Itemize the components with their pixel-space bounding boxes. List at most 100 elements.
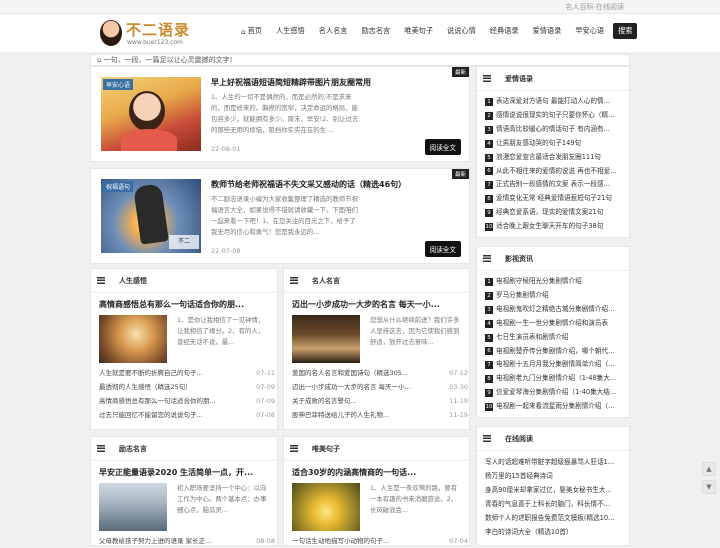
scroll-top-button[interactable]: ▲ [702, 462, 716, 476]
article-title[interactable]: 早上好祝福语短语简短精辟带图片朋友圈常用 [211, 77, 371, 88]
category-panel: 唯美句子 适合30岁的内涵高情商的一句话... 1、人生是一条欢莺的路，要有一本… [283, 436, 470, 546]
list-item[interactable]: 股神巴菲特送给儿子的人生礼物... 11-19 [292, 408, 468, 422]
panel-header: 唯美句子 [284, 437, 469, 461]
scroll-bottom-button[interactable]: ▼ [702, 480, 716, 494]
article-card: 不二 祝福语句 最新 教师节给老师祝福语不失文采又感动的话（精选46句） 不二励… [90, 168, 470, 264]
nav-mingren[interactable]: 名人名言 [314, 23, 353, 39]
menu-icon [483, 75, 491, 82]
list-item[interactable]: 7 正式告别一段感情的文案 表示一段感... [485, 178, 621, 192]
featured-title[interactable]: 迈出一小步成功一大步的名言 每天一小... [292, 299, 462, 310]
list-item[interactable]: 4 电视剧一生一世分集剧情介绍和演员表 [485, 317, 621, 331]
list-item[interactable]: 3 情语高比较暖心的情话句子 有内涵有... [485, 123, 621, 137]
list-item[interactable]: 关于成败的名言警句... 11-19 [292, 394, 468, 408]
top-links[interactable]: 名人百科-在线阅读 [565, 2, 624, 12]
list-item[interactable]: 青春的气息喜于上科长的脑门，科长情不... [485, 497, 621, 511]
list-item[interactable]: 过去只能回忆不能留恋的说说句子... 07-08 [99, 408, 275, 422]
featured-excerpt: 您想从什么继续前进？我们许多人坚持这去，因为它使我们感到舒适，放开过去意味... [370, 316, 460, 346]
list-item[interactable]: 人生就是要不断的折腾自己的句子... 07-11 [99, 366, 275, 380]
list-item[interactable]: 李白的诗词大全（精选10首） [485, 525, 621, 539]
menu-icon [97, 445, 105, 452]
featured-image[interactable] [99, 315, 167, 363]
panel-title[interactable]: 在线阅读 [505, 434, 533, 444]
panel-header: 名人名言 [284, 269, 469, 293]
category-panel: 名人名言 迈出一小步成功一大步的名言 每天一小... 您想从什么继续前进？我们许… [283, 268, 470, 430]
list-item[interactable]: 父母教给孩子努力上进的语录 家长正... 08-08 [99, 534, 275, 548]
list-item[interactable]: 7 电视剧十五月月我分集剧情简单介绍（... [485, 358, 621, 372]
list-item[interactable]: 3 电视剧鬼吹灯之精绝古城分集剧情介绍... [485, 303, 621, 317]
nav-shuoshuo[interactable]: 说说心情 [442, 23, 481, 39]
read-more-button[interactable]: 阅读全文 [424, 139, 461, 155]
panel-title[interactable]: 唯美句子 [312, 444, 340, 454]
nav-rensheng[interactable]: 人生感悟 [271, 23, 310, 39]
nav-home[interactable]: ⌂ 首页 [236, 23, 267, 39]
nav-aiqing[interactable]: 爱情语录 [528, 23, 567, 39]
list-item[interactable]: 5 七日生演员表和剧情介绍 [485, 331, 621, 345]
list-item[interactable]: 1 电视剧守候阳光分集剧情介绍 [485, 275, 621, 289]
panel-title[interactable]: 人生感悟 [119, 276, 147, 286]
list-item[interactable]: 杨万里的15首经典诗词 [485, 469, 621, 483]
list-item[interactable]: 写人的话超难听带脏字超级狠暴骂人狂话1... [485, 455, 621, 469]
list-item[interactable]: 一句话生动地描写小动物的句子... 07-04 [292, 534, 468, 548]
menu-icon [290, 277, 298, 284]
nav-home-label: 首页 [247, 26, 262, 35]
home-icon: ⌂ [97, 56, 104, 64]
list-item[interactable]: 9 经典恋爱系语，现实的爱情文案21句 [485, 206, 621, 220]
list-item[interactable]: 4 让男朋友感动哭的句子149句 [485, 137, 621, 151]
list-item[interactable]: 8 电视剧老九门分集剧情介绍（1-48集大... [485, 372, 621, 386]
list-item[interactable]: 9 信爱爱琴海分集剧情介绍（1-40集大结... [485, 386, 621, 400]
breadcrumb: ⌂ 一句、一段、一篇足以让心灵震撼的文字! [90, 54, 630, 66]
article-date: 22-07-08 [211, 247, 241, 255]
list-item[interactable]: 10 电视剧一起来看流星雨分集剧情介绍（... [485, 400, 621, 414]
panel-title[interactable]: 励志名言 [119, 444, 147, 454]
reading-list: 写人的话超难听带脏字超级狠暴骂人狂话1... 杨万里的15首经典诗词 身高90厘… [477, 451, 629, 539]
nav-search-button[interactable]: 搜索 [613, 23, 638, 39]
list-item[interactable]: 6 电视剧楚乔传分集剧情介绍，哪个朝代... [485, 345, 621, 359]
site-logo[interactable]: 不二语录 www.buer123.com [100, 18, 200, 50]
list-item[interactable]: 最透彻的人生感悟（精选25句） 07-09 [99, 380, 275, 394]
featured-image[interactable] [99, 483, 167, 531]
list-item[interactable]: 2 感情说说很现实的句子只要你怀心（精... [485, 109, 621, 123]
article-excerpt: 1、人生的一切不是偶然的，而是必然的;不是求来的，而是修来的。胸襟的宽窄，决定命… [211, 93, 359, 134]
list-item[interactable]: 1 表达深爱对方语句 最能打动人心的情... [485, 95, 621, 109]
nav-lizhi[interactable]: 励志名言 [356, 23, 395, 39]
featured-image[interactable] [292, 483, 360, 531]
featured-image[interactable] [292, 315, 360, 363]
list-item[interactable]: 高情商感悟总有那么一句话适合你的朋... 07-09 [99, 394, 275, 408]
menu-icon [483, 435, 491, 442]
list-item[interactable]: 2 罗马分集剧情介绍 [485, 289, 621, 303]
panel-header: 在线阅读 [477, 427, 629, 451]
panel-title[interactable]: 名人名言 [312, 276, 340, 286]
panel-title[interactable]: 影视资讯 [505, 254, 533, 264]
list-item[interactable]: 10 适合晚上跟女生聊天开车的句子38句 [485, 220, 621, 234]
ranked-list: 1 电视剧守候阳光分集剧情介绍 2 罗马分集剧情介绍 3 电视剧鬼吹灯之精绝古城分集剧… [477, 271, 629, 414]
home-icon: ⌂ [241, 26, 246, 36]
list-item[interactable]: 爱国的名人名言和爱国诗句（精选305... 07-12 [292, 366, 468, 380]
featured-excerpt: 1、人生是一条欢莺的路，要有一本有趣的书来消磨旅途。2、长风破浪会... [370, 484, 458, 514]
nav-weimei[interactable]: 唯美句子 [399, 23, 438, 39]
featured-title[interactable]: 早安正能量语录2020 生活简单一点，开... [99, 467, 269, 478]
featured-title[interactable]: 高情商感悟总有那么一句话适合你的朋... [99, 299, 269, 310]
list-item[interactable]: 数师个人的述职报告免费范文模板(精选10... [485, 511, 621, 525]
list-item[interactable]: 5 浪漫恋爱宣言最适合发朋友圈111句 [485, 151, 621, 165]
main-nav: ⌂ 首页 人生感悟 名人名言 励志名言 唯美句子 说说心情 经典语录 爱情语录 早… [236, 23, 641, 39]
article-tag[interactable]: 早安心语 [103, 79, 134, 90]
article-title[interactable]: 教师节给老师祝福语不失文采又感动的话（精选46句） [211, 179, 406, 190]
logo-title: 不二语录 [126, 21, 191, 39]
panel-title[interactable]: 爱情语录 [505, 74, 533, 84]
article-list: 一句话生动地描写小动物的句子... 07-04 [292, 534, 468, 548]
list-item[interactable]: 8 爱情变化无常 经典爱情语惹短句子21句 [485, 192, 621, 206]
panel-header: 爱情语录 [477, 67, 629, 91]
site-header: 不二语录 www.buer123.com ⌂ 首页 人生感悟 名人名言 励志名言 … [0, 14, 720, 52]
nav-jingdian[interactable]: 经典语录 [485, 23, 524, 39]
list-item[interactable]: 6 从此不相往来的爱情的说说 再也不相爱... [485, 165, 621, 179]
list-item[interactable]: 迈出一小步成功一大步的名言 每天一小... 03-30 [292, 380, 468, 394]
category-panel: 励志名言 早安正能量语录2020 生活简单一点，开... 初入职场要坚持一个中心… [90, 436, 278, 546]
logo-avatar-image [100, 20, 122, 46]
list-item[interactable]: 身高90厘米却拿家过亿，娶美女秘书生大... [485, 483, 621, 497]
featured-title[interactable]: 适合30岁的内涵高情商的一句话... [292, 467, 462, 478]
nav-zaoan[interactable]: 早安心语 [570, 23, 609, 39]
top-bar: 名人百科-在线阅读 [0, 0, 720, 14]
panel-header: 励志名言 [91, 437, 277, 461]
article-tag[interactable]: 祝福语句 [103, 181, 134, 192]
read-more-button[interactable]: 阅读全文 [424, 241, 461, 257]
